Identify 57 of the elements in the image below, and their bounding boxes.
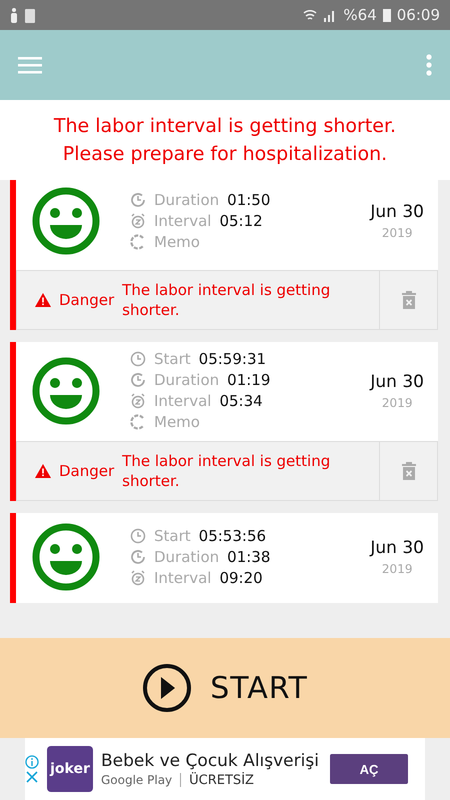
date-label: Jun 30 xyxy=(370,372,424,392)
play-icon xyxy=(142,663,192,713)
field-label: Start xyxy=(154,527,191,545)
clock-arrow-icon xyxy=(130,192,146,208)
clock-icon xyxy=(130,351,146,367)
alert-message: The labor interval is getting shorter. xyxy=(122,280,332,320)
date-label: Jun 30 xyxy=(370,202,424,222)
store-label: Google Play xyxy=(101,773,172,787)
alarm-clock-icon xyxy=(130,393,146,409)
more-icon[interactable] xyxy=(426,54,432,76)
app-logo: joker xyxy=(47,746,93,792)
clock-arrow-icon xyxy=(130,372,146,388)
clock: 06:09 xyxy=(396,6,440,24)
field-label: Interval xyxy=(154,569,212,587)
open-button[interactable]: AÇ xyxy=(330,754,408,784)
menu-icon[interactable] xyxy=(18,56,42,74)
field-label: Duration xyxy=(154,191,220,209)
smiley-icon xyxy=(32,356,100,424)
trash-icon xyxy=(402,291,416,309)
person-icon xyxy=(10,7,18,23)
smiley-icon xyxy=(32,187,100,255)
battery-percent: %64 xyxy=(343,6,377,24)
field-value: 05:34 xyxy=(219,392,263,410)
start-button[interactable]: START xyxy=(142,663,308,713)
close-icon[interactable] xyxy=(26,771,38,783)
warning-message: The labor interval is getting shorter. Please prepare for hospitalization. xyxy=(54,114,396,167)
trash-icon xyxy=(402,462,416,480)
year-label: 2019 xyxy=(382,396,412,410)
clock-arrow-icon xyxy=(130,549,146,565)
year-label: 2019 xyxy=(382,226,412,240)
alert-message: The labor interval is getting shorter. xyxy=(122,451,332,491)
field-value: 09:20 xyxy=(219,569,263,587)
info-icon[interactable] xyxy=(25,755,39,769)
smiley-icon xyxy=(32,523,100,591)
field-label: Duration xyxy=(154,371,220,389)
field-value: 05:12 xyxy=(219,212,263,230)
warning-icon xyxy=(35,464,51,478)
field-value: 01:38 xyxy=(227,548,270,566)
field-value: 01:19 xyxy=(227,371,270,389)
field-label: Duration xyxy=(154,548,220,566)
year-label: 2019 xyxy=(382,562,412,576)
alert-level: Danger xyxy=(59,462,114,480)
field-label: Interval xyxy=(154,212,212,230)
field-value: 05:53:56 xyxy=(198,527,266,545)
clock-icon xyxy=(130,528,146,544)
date-label: Jun 30 xyxy=(370,538,424,558)
alarm-clock-icon xyxy=(130,570,146,586)
alert-level: Danger xyxy=(59,291,114,309)
warning-icon xyxy=(35,293,51,307)
ad-title: Bebek ve Çocuk Alışverişi xyxy=(101,750,320,770)
field-label: Start xyxy=(154,350,191,368)
field-label: Interval xyxy=(154,392,212,410)
price-label: ÜCRETSİZ xyxy=(189,772,254,788)
field-value: 01:50 xyxy=(227,191,270,209)
field-value: 05:59:31 xyxy=(198,350,266,368)
battery-icon xyxy=(382,8,391,22)
alarm-clock-icon xyxy=(130,213,146,229)
